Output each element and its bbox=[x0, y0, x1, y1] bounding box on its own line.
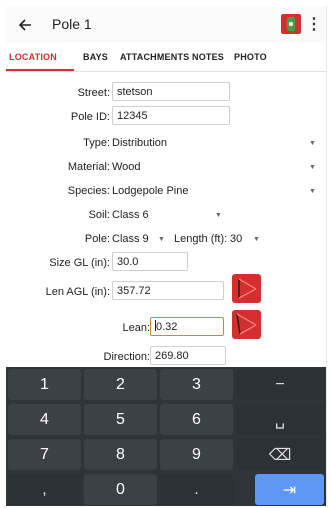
measure-lean-icon bbox=[236, 313, 257, 335]
backspace-icon[interactable]: ⌫ bbox=[236, 439, 324, 470]
street-value: stetson bbox=[117, 86, 153, 98]
lean-field[interactable]: 0.32 bbox=[150, 317, 224, 336]
more-vert-icon[interactable]: ⋮ bbox=[306, 14, 322, 34]
direction-label: Direction: bbox=[103, 351, 150, 363]
key-minus[interactable]: − bbox=[236, 369, 324, 400]
key-6[interactable]: 6 bbox=[160, 404, 233, 435]
next-field-icon[interactable]: ⇥ bbox=[255, 474, 324, 505]
length-dropdown-icon[interactable]: ▼ bbox=[253, 236, 260, 243]
soil-dropdown-icon[interactable]: ▼ bbox=[215, 212, 222, 219]
active-tab-indicator bbox=[6, 69, 74, 71]
page-title: Pole 1 bbox=[52, 16, 92, 32]
len-agl-label: Len AGL (in): bbox=[45, 286, 110, 298]
soil-select[interactable]: Class 6 bbox=[112, 209, 149, 221]
tab-notes[interactable]: NOTES bbox=[192, 52, 224, 62]
tab-location[interactable]: LOCATION bbox=[9, 52, 57, 62]
soil-label: Soil: bbox=[88, 209, 110, 221]
key-7[interactable]: 7 bbox=[8, 439, 81, 470]
key-3[interactable]: 3 bbox=[160, 369, 233, 400]
material-select[interactable]: Wood bbox=[112, 161, 141, 173]
key-period[interactable]: . bbox=[160, 474, 233, 505]
arrow-back-icon[interactable] bbox=[12, 12, 38, 38]
street-label: Street: bbox=[77, 87, 110, 99]
pole-status-icon[interactable] bbox=[281, 14, 301, 34]
lean-value: 0.32 bbox=[156, 321, 178, 333]
key-8[interactable]: 8 bbox=[84, 439, 157, 470]
key-9[interactable]: 9 bbox=[160, 439, 233, 470]
measure-length-button[interactable] bbox=[232, 274, 261, 303]
key-1[interactable]: 1 bbox=[8, 369, 81, 400]
direction-value: 269.80 bbox=[155, 350, 189, 362]
material-dropdown-icon[interactable]: ▼ bbox=[309, 164, 316, 171]
species-dropdown-icon[interactable]: ▼ bbox=[309, 188, 316, 195]
len-agl-value: 357.72 bbox=[117, 285, 151, 297]
tab-bar: LOCATION BAYS ATTACHMENTS NOTES PHOTO bbox=[6, 43, 326, 72]
pole-id-field[interactable]: 12345 bbox=[112, 106, 230, 125]
key-2[interactable]: 2 bbox=[84, 369, 157, 400]
type-dropdown-icon[interactable]: ▼ bbox=[309, 140, 316, 147]
tab-photo[interactable]: PHOTO bbox=[234, 52, 267, 62]
len-agl-field[interactable]: 357.72 bbox=[112, 281, 224, 300]
size-gl-label: Size GL (in): bbox=[49, 257, 110, 269]
direction-field[interactable]: 269.80 bbox=[150, 346, 226, 365]
measure-length-icon bbox=[238, 278, 257, 299]
species-label: Species: bbox=[67, 185, 110, 197]
measure-lean-button[interactable] bbox=[232, 310, 261, 339]
pole-id-value: 12345 bbox=[117, 110, 148, 122]
size-gl-field[interactable]: 30.0 bbox=[112, 252, 188, 271]
street-field[interactable]: stetson bbox=[112, 82, 230, 101]
pole-class-select[interactable]: Class 9 bbox=[112, 233, 149, 245]
length-select[interactable]: 30 bbox=[230, 233, 242, 245]
type-select[interactable]: Distribution bbox=[112, 137, 167, 149]
key-4[interactable]: 4 bbox=[8, 404, 81, 435]
numeric-keyboard: 1 2 3 − 4 5 6 ␣ 7 8 9 ⌫ , 0 . ⇥ bbox=[6, 367, 326, 506]
type-label: Type: bbox=[83, 137, 110, 149]
tab-attachments[interactable]: ATTACHMENTS bbox=[120, 52, 189, 62]
key-0[interactable]: 0 bbox=[84, 474, 157, 505]
size-gl-value: 30.0 bbox=[117, 256, 139, 268]
lean-label: Lean: bbox=[122, 322, 150, 334]
key-5[interactable]: 5 bbox=[84, 404, 157, 435]
length-label: Length (ft): bbox=[174, 233, 228, 245]
material-label: Material: bbox=[67, 161, 110, 173]
tab-bays[interactable]: BAYS bbox=[83, 52, 108, 62]
space-icon[interactable]: ␣ bbox=[236, 404, 324, 435]
key-comma[interactable]: , bbox=[8, 474, 81, 505]
pole-class-label: Pole: bbox=[84, 233, 110, 245]
app-screen: Pole 1 ⋮ LOCATION BAYS ATTACHMENTS NOTES… bbox=[6, 6, 327, 506]
pole-class-dropdown-icon[interactable]: ▼ bbox=[158, 236, 165, 243]
app-bar: Pole 1 ⋮ bbox=[6, 6, 326, 43]
species-select[interactable]: Lodgepole Pine bbox=[112, 185, 188, 197]
pole-id-label: Pole ID: bbox=[70, 111, 110, 123]
